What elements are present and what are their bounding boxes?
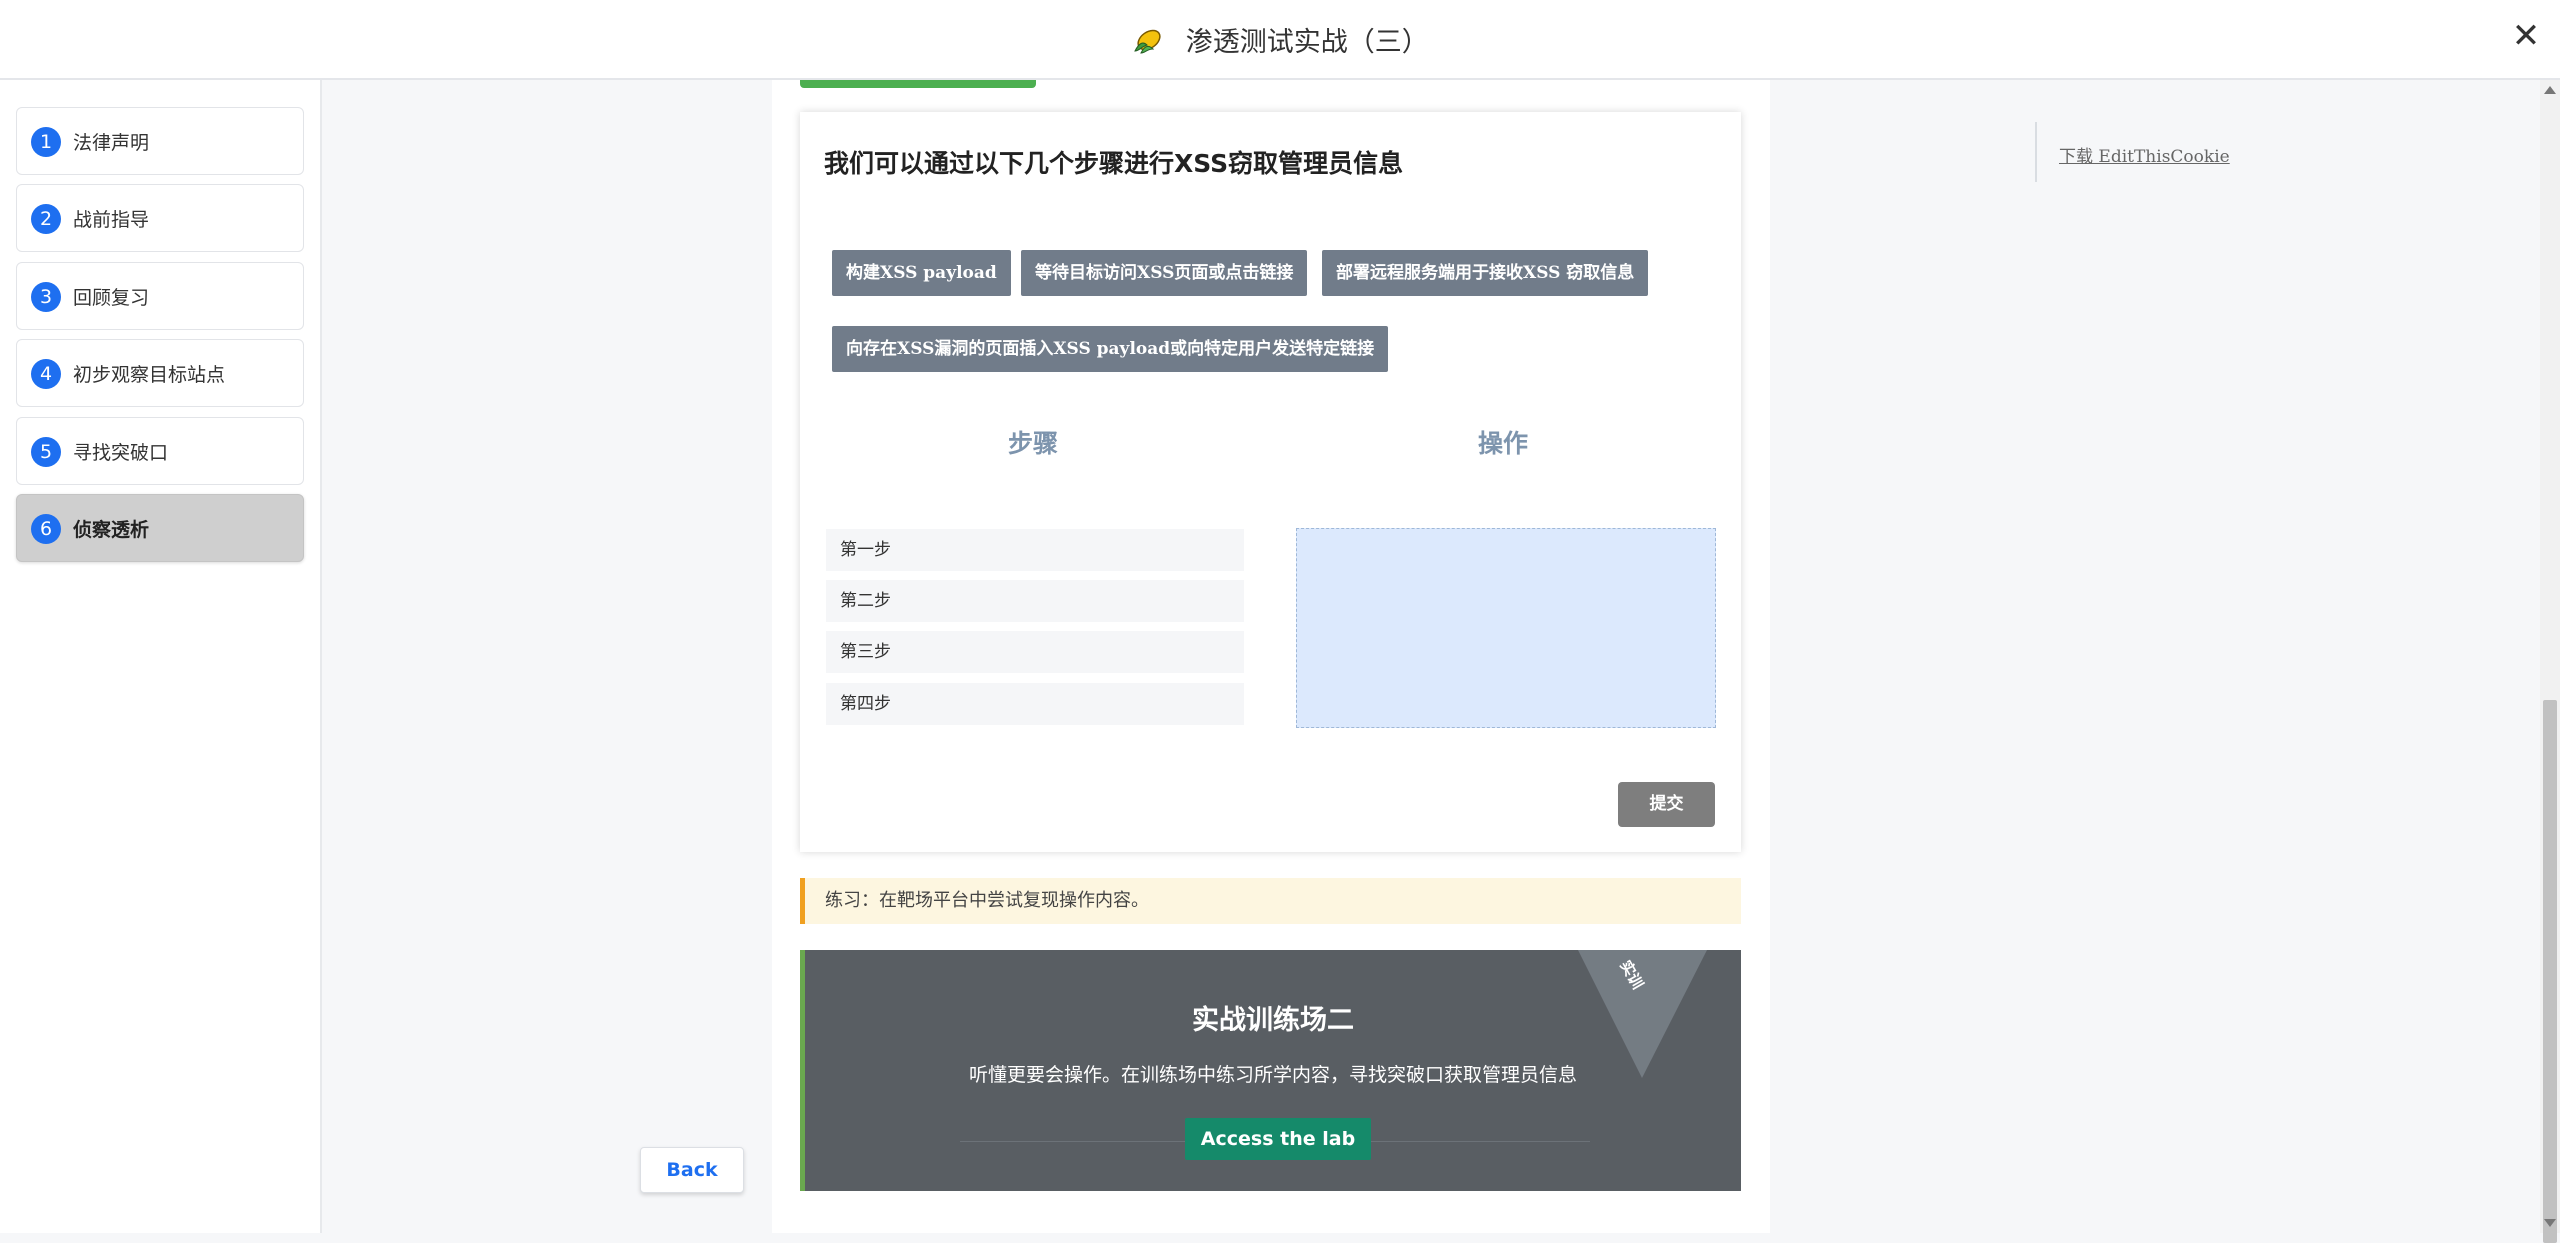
operations-column-header: 操作 — [1478, 429, 1529, 458]
scrollbar[interactable] — [2540, 80, 2560, 1243]
top-bar: 渗透测试实战（三） ✕ — [0, 0, 2560, 80]
sidebar-item-label: 寻找突破口 — [73, 442, 169, 464]
sidebar-item-label: 初步观察目标站点 — [73, 364, 226, 386]
sidebar-item-5[interactable]: 5 寻找突破口 — [16, 417, 304, 485]
step-number-badge: 3 — [31, 282, 61, 312]
step-number-badge: 6 — [31, 514, 61, 544]
scroll-up-arrow-icon[interactable] — [2544, 86, 2556, 94]
corn-logo-icon — [1134, 29, 1161, 54]
sidebar-item-4[interactable]: 4 初步观察目标站点 — [16, 339, 304, 407]
access-lab-button[interactable]: Access the lab — [1185, 1118, 1371, 1160]
step-label: 第四步 — [826, 683, 1244, 725]
sidebar-item-label: 战前指导 — [73, 209, 150, 231]
back-button[interactable]: Back — [640, 1147, 744, 1193]
sidebar-item-2[interactable]: 2 战前指导 — [16, 184, 304, 252]
step-number-badge: 5 — [31, 437, 61, 467]
step-label: 第二步 — [826, 580, 1244, 622]
step-number-badge: 4 — [31, 359, 61, 389]
operations-drop-zone[interactable] — [1296, 528, 1716, 728]
close-icon[interactable]: ✕ — [2504, 14, 2548, 58]
sidebar-item-label: 回顾复习 — [73, 287, 150, 309]
previous-section-edge — [800, 80, 1036, 88]
sidebar-item-3[interactable]: 3 回顾复习 — [16, 262, 304, 330]
draggable-chip[interactable]: 构建XSS payload — [832, 250, 1011, 296]
right-panel: 下载 EditThisCookie — [2035, 122, 2230, 182]
draggable-chip[interactable]: 向存在XSS漏洞的页面插入XSS payload或向特定用户发送特定链接 — [832, 326, 1389, 372]
page-title: 渗透测试实战（三） — [0, 20, 2560, 59]
lab-title: 实战训练场二 — [1192, 1005, 1354, 1036]
lab-description: 听懂更要会操作。在训练场中练习所学内容，寻找突破口获取管理员信息 — [968, 1064, 1577, 1086]
sidebar-item-label: 侦察透析 — [73, 519, 150, 541]
step-label: 第三步 — [826, 631, 1244, 673]
sidebar-item-label: 法律声明 — [73, 132, 150, 154]
lab-banner: 实训 实战训练场二 听懂更要会操作。在训练场中练习所学内容，寻找突破口获取管理员… — [800, 950, 1741, 1191]
sidebar: 1 法律声明 2 战前指导 3 回顾复习 4 初步观察目标站点 5 寻找突破口 6 侦察透析 — [0, 80, 322, 1233]
page-title-text: 渗透测试实战（三） — [1185, 27, 1429, 58]
exercise-card: 我们可以通过以下几个步骤进行XSS窃取管理员信息 构建XSS payload 等… — [800, 112, 1741, 852]
exercise-title: 我们可以通过以下几个步骤进行XSS窃取管理员信息 — [824, 149, 1404, 178]
scroll-down-arrow-icon[interactable] — [2544, 1219, 2556, 1227]
download-editthiscookie-link[interactable]: 下载 EditThisCookie — [2059, 142, 2230, 167]
step-number-badge: 2 — [31, 204, 61, 234]
scrollbar-thumb[interactable] — [2543, 700, 2557, 1243]
draggable-chip[interactable]: 等待目标访问XSS页面或点击链接 — [1021, 250, 1308, 296]
submit-button[interactable]: 提交 — [1618, 782, 1715, 827]
practice-notice: 练习：在靶场平台中尝试复现操作内容。 — [800, 878, 1741, 924]
steps-column-header: 步骤 — [1008, 429, 1059, 458]
step-label: 第一步 — [826, 529, 1244, 571]
draggable-chip[interactable]: 部署远程服务端用于接收XSS 窃取信息 — [1322, 250, 1649, 296]
sidebar-item-1[interactable]: 1 法律声明 — [16, 107, 304, 175]
step-number-badge: 1 — [31, 127, 61, 157]
sidebar-item-6[interactable]: 6 侦察透析 — [16, 494, 304, 562]
